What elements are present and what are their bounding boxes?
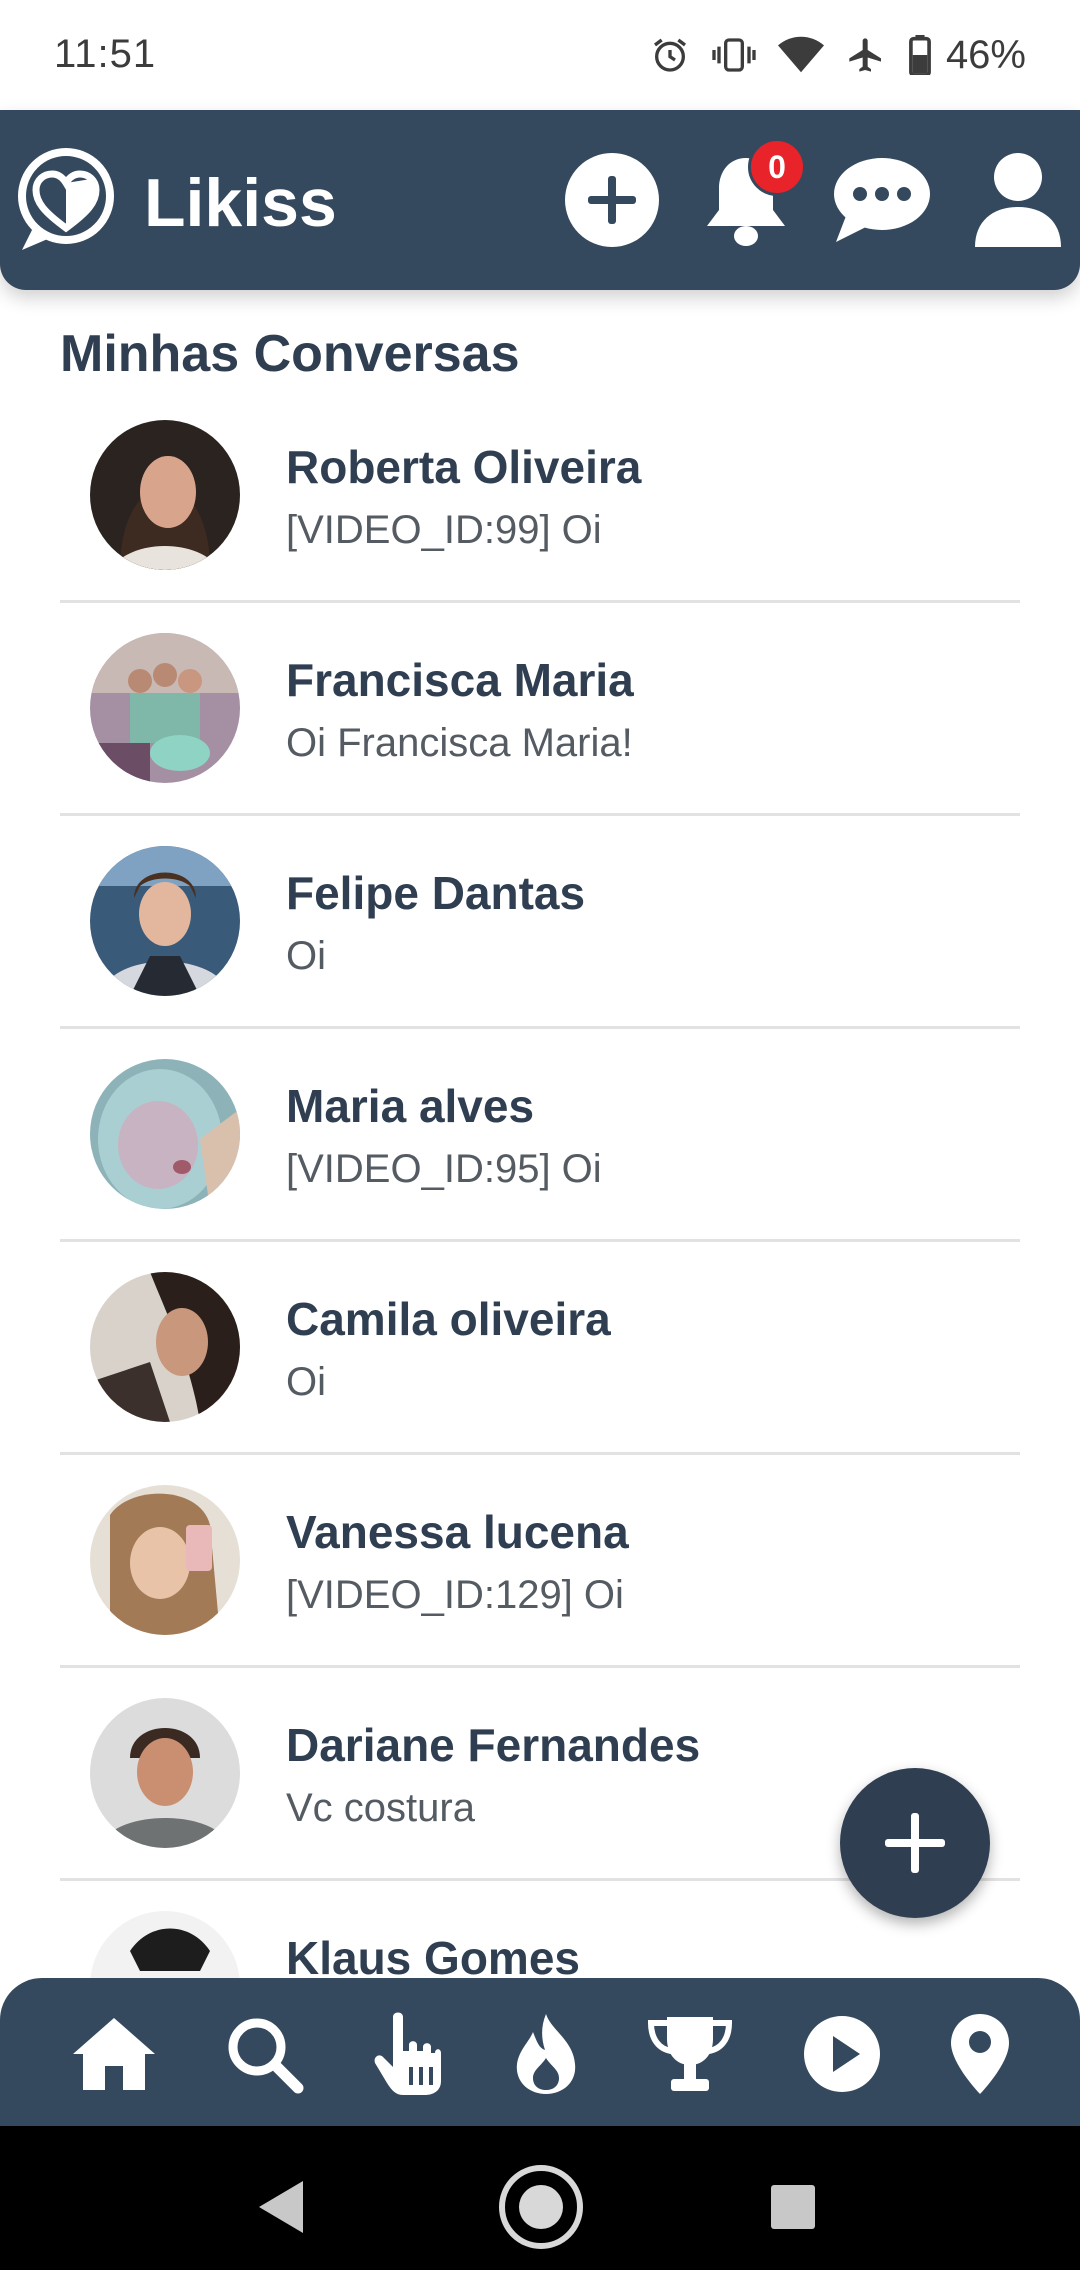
conversation-list: Roberta Oliveira [VIDEO_ID:99] Oi Franci… (60, 390, 1020, 1980)
profile-button[interactable] (966, 148, 1070, 252)
trophy-icon (647, 2017, 733, 2091)
location-icon (951, 2014, 1009, 2094)
conversation-item[interactable]: Vanessa lucena [VIDEO_ID:129] Oi (60, 1455, 1020, 1668)
conversation-preview: [VIDEO_ID:129] Oi (286, 1573, 624, 1617)
conversation-preview: [VIDEO_ID:99] Oi (286, 508, 602, 552)
add-button[interactable] (560, 148, 664, 252)
status-time: 11:51 (54, 32, 157, 76)
nav-home[interactable] (64, 2004, 164, 2104)
notification-badge: 0 (748, 138, 806, 196)
battery-percent: 46% (945, 32, 1026, 77)
conversation-name: Francisca Maria (286, 654, 634, 706)
search-icon (228, 2018, 304, 2094)
conversation-name: Vanessa lucena (286, 1506, 629, 1558)
bottom-nav (0, 1978, 1080, 2126)
user-icon (975, 153, 1061, 247)
avatar[interactable] (90, 633, 240, 783)
app-header: Likiss 0 (0, 110, 1080, 290)
conversation-preview: Vc costura (286, 1786, 475, 1830)
chat-bubble-icon (834, 158, 930, 242)
conversation-item[interactable]: Francisca Maria Oi Francisca Maria! (60, 603, 1020, 816)
conversation-name: Dariane Fernandes (286, 1719, 701, 1771)
conversation-item[interactable]: Felipe Dantas Oi (60, 816, 1020, 1029)
home-circle-icon (499, 2165, 583, 2249)
conversation-preview: [VIDEO_ID:95] Oi (286, 1147, 602, 1191)
alarm-icon (650, 35, 690, 75)
conversation-name: Roberta Oliveira (286, 441, 642, 493)
plus-circle-icon (565, 153, 659, 247)
status-bar: 11:51 46% (0, 0, 1080, 110)
home-icon (73, 2018, 155, 2090)
avatar[interactable] (90, 1059, 240, 1209)
tap-icon (374, 2012, 441, 2095)
conversation-name: Felipe Dantas (286, 867, 586, 919)
status-icons: 46% (650, 30, 1026, 80)
nav-hot[interactable] (496, 2004, 596, 2104)
avatar[interactable] (90, 1698, 240, 1848)
play-icon (804, 2016, 880, 2092)
nav-videos[interactable] (792, 2004, 892, 2104)
nav-tap[interactable] (358, 2004, 458, 2104)
avatar[interactable] (90, 846, 240, 996)
nav-ranking[interactable] (640, 2004, 740, 2104)
messages-button[interactable] (830, 148, 934, 252)
battery-icon (908, 35, 932, 75)
recents-icon (771, 2185, 815, 2229)
conversation-preview: Oi (286, 1360, 326, 1404)
back-icon (259, 2181, 303, 2233)
system-nav-bar (0, 2126, 1080, 2270)
plus-icon (885, 1813, 945, 1873)
section-title: Minhas Conversas (60, 325, 520, 383)
likiss-logo-icon[interactable] (14, 146, 118, 254)
conversation-name: Maria alves (286, 1080, 535, 1132)
system-home-button[interactable] (496, 2162, 586, 2252)
avatar[interactable] (90, 1485, 240, 1635)
conversation-preview: Oi (286, 934, 326, 978)
system-recents-button[interactable] (748, 2162, 838, 2252)
avatar[interactable] (90, 1911, 240, 1980)
nav-search[interactable] (214, 2004, 314, 2104)
airplane-icon (846, 35, 886, 75)
conversation-preview: Oi Francisca Maria! (286, 721, 633, 765)
app-title: Likiss (144, 165, 337, 241)
conversation-name: Camila oliveira (286, 1293, 611, 1345)
conversation-item[interactable]: Camila oliveira Oi (60, 1242, 1020, 1455)
conversation-name: Klaus Gomes (286, 1932, 580, 1980)
avatar[interactable] (90, 420, 240, 570)
conversation-item[interactable]: Maria alves [VIDEO_ID:95] Oi (60, 1029, 1020, 1242)
nav-nearby[interactable] (930, 2004, 1030, 2104)
vibrate-icon (712, 35, 756, 75)
conversation-item[interactable]: Roberta Oliveira [VIDEO_ID:99] Oi (60, 390, 1020, 603)
new-conversation-button[interactable] (840, 1768, 990, 1918)
wifi-icon (777, 35, 824, 75)
avatar[interactable] (90, 1272, 240, 1422)
system-back-button[interactable] (236, 2162, 326, 2252)
fire-icon (516, 2014, 576, 2094)
